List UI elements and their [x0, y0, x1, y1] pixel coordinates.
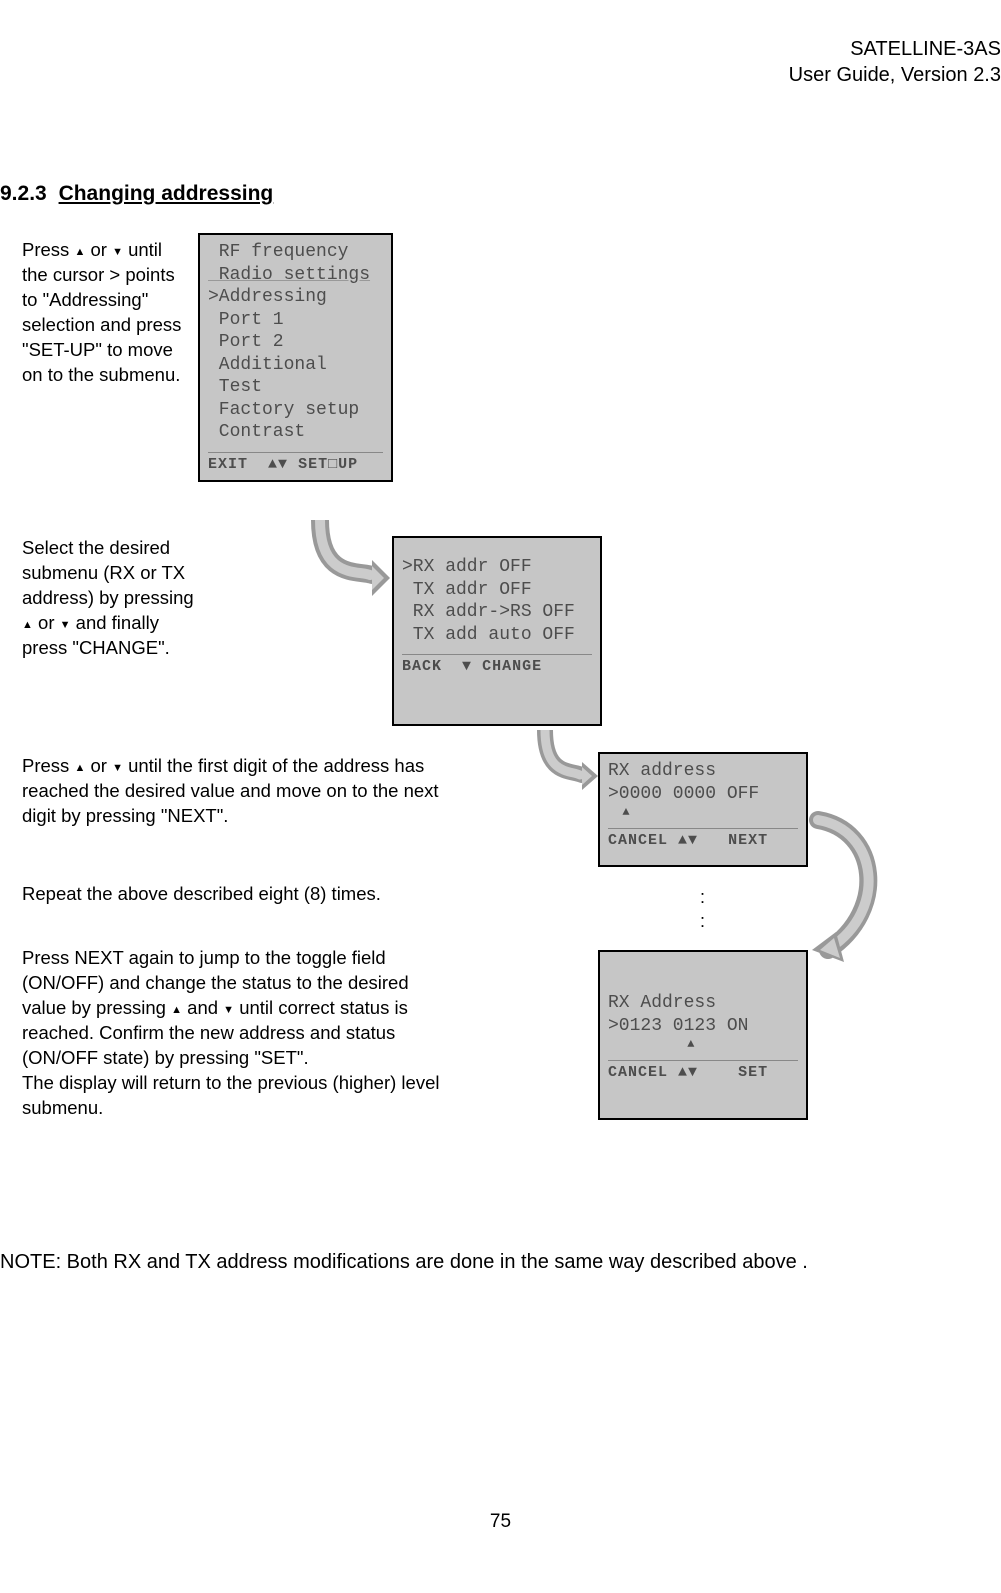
section-number: 9.2.3 — [0, 182, 47, 205]
lcd-footer: CANCEL ▲▼ SET — [608, 1060, 798, 1083]
section-heading: 9.2.3 Changing addressing — [0, 182, 273, 206]
up-icon: ▲ — [74, 245, 85, 260]
lcd-rx-address-edit: RX address >0000 0000 OFF ▲ CANCEL ▲▼ NE… — [598, 752, 808, 867]
down-icon: ▼ — [223, 1003, 234, 1018]
page-number: 75 — [0, 1511, 1001, 1533]
menu-item: Contrast — [208, 421, 383, 444]
lcd-footer: CANCEL ▲▼ NEXT — [608, 828, 798, 851]
lcd-value: >0123 0123 ON — [608, 1015, 798, 1038]
menu-item: TX addr OFF — [402, 579, 592, 602]
up-icon: ▲ — [22, 618, 33, 633]
cursor-indicator: ▲ — [608, 1037, 798, 1052]
instruction-3: Press ▲ or ▼ until the first digit of th… — [22, 754, 452, 829]
lcd-title: RX address — [608, 760, 798, 783]
down-icon: ▼ — [60, 618, 71, 633]
instruction-1: Press ▲ or ▼ until the cursor > points t… — [22, 238, 182, 388]
lcd-rx-address-final: RX Address >0123 0123 ON ▲ CANCEL ▲▼ SET — [598, 950, 808, 1120]
menu-item: Radio settings — [208, 264, 383, 287]
lcd-address-menu: >RX addr OFF TX addr OFF RX addr->RS OFF… — [392, 536, 602, 726]
lcd-title: RX Address — [608, 992, 798, 1015]
page-header: SATELLINE-3AS User Guide, Version 2.3 — [789, 36, 1001, 88]
guide-version: User Guide, Version 2.3 — [789, 62, 1001, 88]
up-icon: ▲ — [74, 761, 85, 776]
menu-item-selected: >RX addr OFF — [402, 556, 592, 579]
lcd-footer: EXIT ▲▼ SET□UP — [208, 452, 383, 475]
note-label: NOTE — [0, 1251, 56, 1273]
menu-item: Port 1 — [208, 309, 383, 332]
section-title: Changing addressing — [59, 182, 274, 205]
menu-item: RX addr->RS OFF — [402, 601, 592, 624]
menu-item: TX add auto OFF — [402, 624, 592, 647]
flow-arrow-icon — [530, 730, 600, 800]
note-text: : Both RX and TX address modifications a… — [56, 1251, 808, 1273]
instruction-5: Press NEXT again to jump to the toggle f… — [22, 946, 452, 1121]
lcd-main-menu: RF frequency Radio settings >Addressing … — [198, 233, 393, 482]
down-icon: ▼ — [112, 761, 123, 776]
down-icon: ▼ — [112, 245, 123, 260]
repeat-dots: : : — [700, 885, 705, 934]
menu-item: Test — [208, 376, 383, 399]
up-icon: ▲ — [171, 1003, 182, 1018]
menu-item: Additional — [208, 354, 383, 377]
note: NOTE: Both RX and TX address modificatio… — [0, 1248, 1000, 1276]
flow-arrow-icon — [300, 520, 390, 610]
lcd-footer: BACK ▼ CHANGE — [402, 654, 592, 677]
menu-item-selected: >Addressing — [208, 286, 383, 309]
menu-item: Port 2 — [208, 331, 383, 354]
menu-item: Factory setup — [208, 399, 383, 422]
cursor-indicator: ▲ — [608, 805, 798, 820]
instruction-2: Select the desired submenu (RX or TX add… — [22, 536, 202, 661]
product-name: SATELLINE-3AS — [789, 36, 1001, 62]
instruction-4: Repeat the above described eight (8) tim… — [22, 882, 452, 907]
loop-arrow-icon — [808, 810, 898, 970]
lcd-value: >0000 0000 OFF — [608, 783, 798, 806]
menu-item: RF frequency — [208, 241, 383, 264]
